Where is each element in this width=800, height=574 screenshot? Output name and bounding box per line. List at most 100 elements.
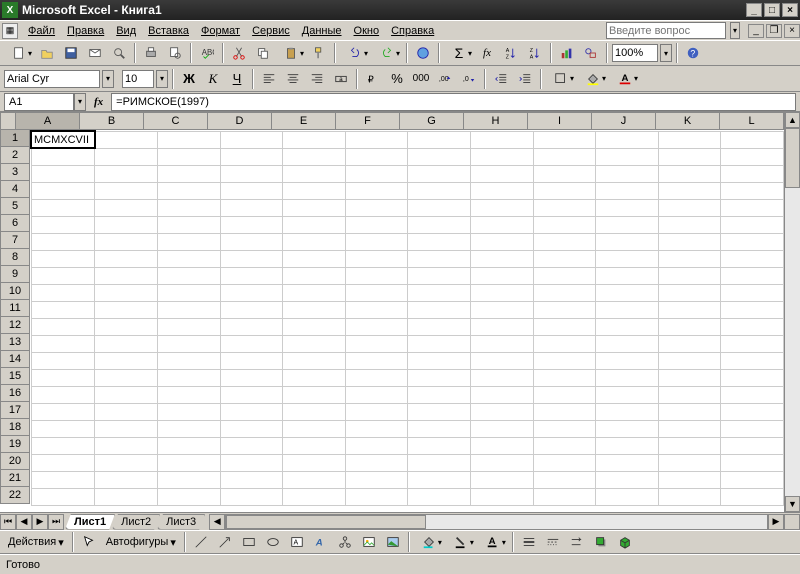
cell[interactable] — [345, 182, 408, 199]
cell[interactable] — [533, 216, 596, 233]
cell[interactable] — [95, 454, 158, 471]
cell[interactable] — [470, 250, 533, 267]
cell[interactable] — [721, 437, 784, 454]
cell[interactable] — [596, 335, 659, 352]
cell[interactable] — [408, 267, 471, 284]
select-all-corner[interactable] — [0, 112, 16, 130]
cell[interactable] — [283, 148, 346, 165]
cell[interactable] — [408, 318, 471, 335]
fill-color-button[interactable] — [578, 68, 608, 90]
cell[interactable] — [220, 216, 283, 233]
cell[interactable] — [470, 488, 533, 505]
cell[interactable] — [158, 233, 221, 250]
sheet-tab[interactable]: Лист3 — [157, 514, 205, 530]
align-left-button[interactable] — [258, 68, 280, 90]
cell[interactable] — [533, 437, 596, 454]
cell[interactable] — [158, 182, 221, 199]
cell[interactable] — [533, 420, 596, 437]
cell[interactable] — [220, 199, 283, 216]
column-header[interactable]: J — [592, 112, 656, 130]
cell[interactable] — [596, 131, 659, 148]
bold-button[interactable]: Ж — [178, 68, 200, 90]
cell[interactable] — [95, 471, 158, 488]
cell[interactable] — [158, 165, 221, 182]
cell[interactable] — [470, 454, 533, 471]
cell[interactable] — [408, 352, 471, 369]
cell[interactable] — [158, 454, 221, 471]
underline-button[interactable]: Ч — [226, 68, 248, 90]
font-name-input[interactable]: Arial Cyr — [4, 70, 100, 88]
column-header[interactable]: K — [656, 112, 720, 130]
cell[interactable] — [658, 318, 721, 335]
email-button[interactable] — [84, 42, 106, 64]
cell[interactable] — [220, 471, 283, 488]
row-header[interactable]: 10 — [0, 283, 30, 300]
cell[interactable] — [158, 148, 221, 165]
cell[interactable] — [283, 420, 346, 437]
cell[interactable] — [283, 369, 346, 386]
autoshapes-menu[interactable]: Автофигуры ▾ — [102, 534, 180, 551]
cell[interactable] — [721, 182, 784, 199]
cell[interactable] — [345, 352, 408, 369]
italic-button[interactable]: К — [202, 68, 224, 90]
row-header[interactable]: 4 — [0, 181, 30, 198]
cell[interactable] — [408, 335, 471, 352]
paste-button[interactable] — [276, 42, 306, 64]
cell[interactable] — [658, 233, 721, 250]
cell[interactable] — [95, 182, 158, 199]
row-header[interactable]: 14 — [0, 351, 30, 368]
scroll-left-button[interactable]: ◀ — [209, 514, 225, 530]
cell[interactable] — [721, 284, 784, 301]
cell[interactable] — [95, 369, 158, 386]
row-header[interactable]: 8 — [0, 249, 30, 266]
cell[interactable] — [220, 352, 283, 369]
cell[interactable] — [470, 420, 533, 437]
cell[interactable] — [596, 250, 659, 267]
doc-close-button[interactable]: × — [784, 24, 800, 38]
cell[interactable] — [220, 148, 283, 165]
open-button[interactable] — [36, 42, 58, 64]
cell[interactable] — [721, 386, 784, 403]
cell[interactable] — [345, 386, 408, 403]
cell[interactable] — [95, 165, 158, 182]
cell[interactable] — [721, 131, 784, 148]
fill-color-draw-button[interactable] — [414, 531, 444, 553]
zoom-dropdown[interactable]: ▾ — [660, 44, 672, 62]
cell[interactable] — [470, 131, 533, 148]
cell[interactable] — [408, 437, 471, 454]
cell[interactable] — [658, 352, 721, 369]
cell[interactable] — [345, 131, 408, 148]
cell[interactable] — [721, 165, 784, 182]
cell[interactable] — [470, 335, 533, 352]
cell[interactable] — [345, 403, 408, 420]
select-objects-button[interactable] — [78, 531, 100, 553]
cell[interactable] — [345, 233, 408, 250]
cell[interactable] — [31, 148, 95, 165]
increase-indent-button[interactable] — [514, 68, 536, 90]
cell[interactable] — [345, 420, 408, 437]
menu-window[interactable]: Окно — [348, 23, 386, 39]
cell[interactable] — [95, 216, 158, 233]
cell[interactable] — [158, 250, 221, 267]
cell[interactable] — [721, 488, 784, 505]
cell[interactable] — [95, 420, 158, 437]
cell[interactable] — [596, 182, 659, 199]
maximize-button[interactable]: □ — [764, 3, 780, 17]
autosum-button[interactable]: Σ — [444, 42, 474, 64]
row-header[interactable]: 17 — [0, 402, 30, 419]
menu-help[interactable]: Справка — [385, 23, 440, 39]
hscroll-thumb[interactable] — [226, 515, 426, 529]
cell[interactable] — [596, 148, 659, 165]
row-header[interactable]: 5 — [0, 198, 30, 215]
cell[interactable] — [220, 267, 283, 284]
arrow-button[interactable] — [214, 531, 236, 553]
cell[interactable] — [721, 250, 784, 267]
cell[interactable] — [470, 165, 533, 182]
wordart-button[interactable]: A — [310, 531, 332, 553]
cell[interactable] — [31, 301, 95, 318]
cell[interactable] — [95, 250, 158, 267]
cell[interactable] — [533, 352, 596, 369]
cell[interactable] — [95, 284, 158, 301]
cell[interactable] — [721, 369, 784, 386]
new-button[interactable] — [4, 42, 34, 64]
